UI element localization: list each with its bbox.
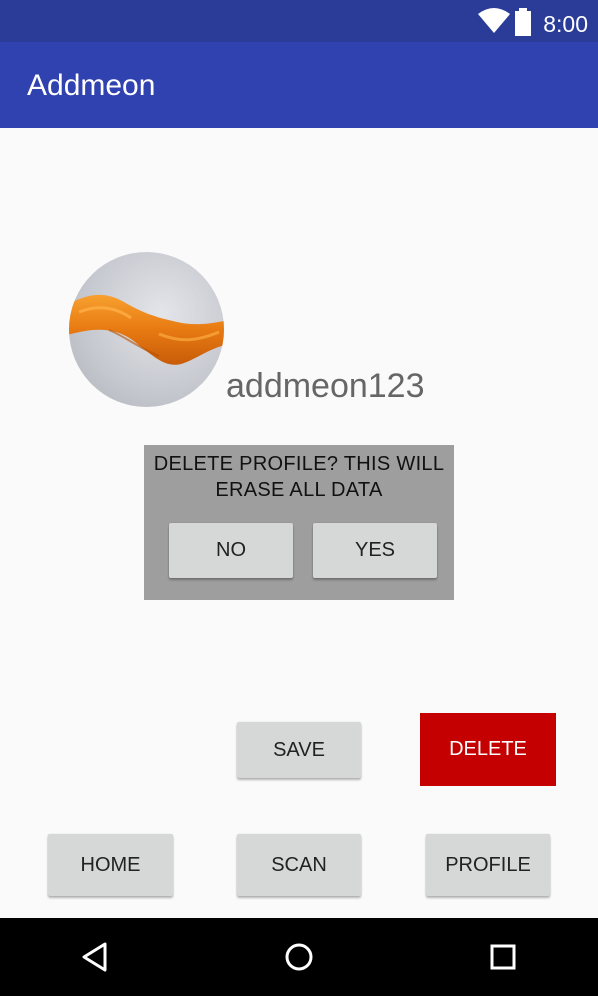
avatar-image [69, 294, 224, 365]
dialog-message: DELETE PROFILE? THIS WILL ERASE ALL DATA [144, 451, 454, 503]
no-button[interactable]: NO [169, 523, 293, 578]
delete-button[interactable]: DELETE [420, 713, 556, 786]
username-label: addmeon123 [226, 367, 425, 405]
scan-button[interactable]: SCAN [237, 834, 361, 896]
home-icon[interactable] [282, 940, 316, 974]
app-title: Addmeon [27, 69, 156, 102]
save-button[interactable]: SAVE [237, 722, 361, 778]
app-toolbar: Addmeon [0, 42, 598, 128]
system-navigation-bar [0, 918, 598, 996]
profile-avatar [69, 252, 224, 407]
back-icon[interactable] [78, 940, 112, 974]
dialog-message-line2: ERASE ALL DATA [215, 479, 383, 501]
yes-button[interactable]: YES [313, 523, 437, 578]
battery-icon [515, 8, 531, 36]
status-bar: 8:00 [0, 0, 598, 42]
profile-button[interactable]: PROFILE [426, 834, 550, 896]
status-time: 8:00 [543, 11, 588, 37]
wifi-icon [478, 8, 510, 33]
delete-confirmation-dialog: DELETE PROFILE? THIS WILL ERASE ALL DATA… [144, 445, 454, 600]
dialog-message-line1: DELETE PROFILE? THIS WILL [153, 453, 445, 475]
app-screen: 8:00 Addmeon addmeon123 DELETE PROFILE? … [0, 0, 598, 996]
recents-icon[interactable] [486, 940, 520, 974]
home-button[interactable]: HOME [48, 834, 173, 896]
